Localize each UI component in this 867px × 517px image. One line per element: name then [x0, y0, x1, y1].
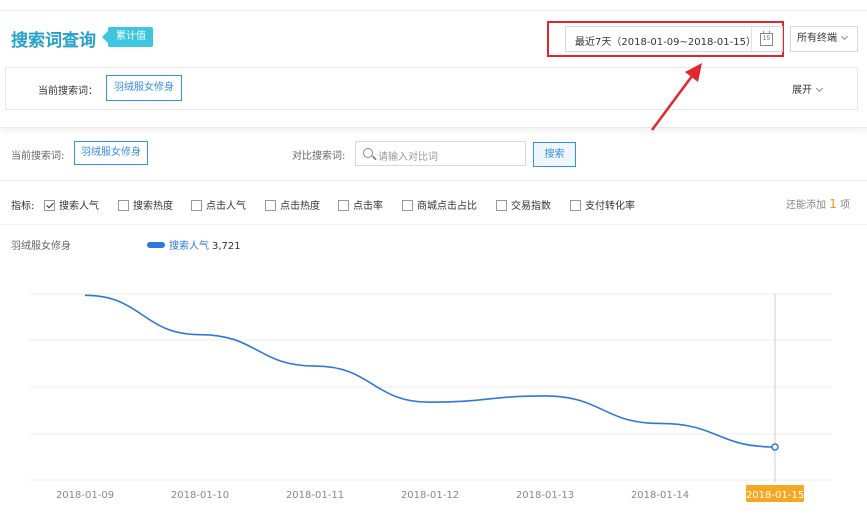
legend-series-value: 3,721 [212, 241, 241, 252]
expand-label: 展开 [792, 85, 812, 96]
cumulative-badge: 累计值 [102, 27, 153, 47]
series-line [84, 294, 776, 448]
date-range-picker[interactable]: 最近7天（2018-01-09~2018-01-15） 15 [565, 26, 783, 52]
metric-label: 交易指数 [511, 201, 551, 212]
metrics-label: 指标: [11, 201, 35, 212]
compare-current-term[interactable]: 羽绒服女修身 [74, 141, 148, 165]
metric-label: 商城点击占比 [417, 201, 477, 212]
checkbox[interactable] [570, 200, 581, 211]
checkbox[interactable] [265, 200, 276, 211]
search-button[interactable]: 搜索 [533, 142, 576, 167]
current-term-tag[interactable]: 羽绒服女修身 [106, 75, 182, 101]
header-card: 搜索词查询 累计值 最近7天（2018-01-09~2018-01-15） 15… [0, 0, 867, 128]
chart-title: 羽绒服女修身 [11, 241, 71, 252]
data-point[interactable] [771, 443, 779, 451]
metric-label: 点击率 [353, 201, 383, 212]
metric-option[interactable]: 点击热度 [265, 197, 320, 212]
chevron-down-icon [815, 84, 824, 93]
metric-option[interactable]: 支付转化率 [570, 197, 635, 212]
x-tick-label: 2018-01-14 [631, 490, 689, 501]
metric-label: 点击热度 [280, 201, 320, 212]
checkbox-checked[interactable] [44, 200, 55, 211]
add-more-prefix: 还能添加 [786, 200, 826, 211]
metric-label: 搜索人气 [59, 201, 99, 212]
chart-legend[interactable]: 搜索人气 3,721 [147, 237, 241, 252]
x-tick-label: 2018-01-11 [286, 490, 344, 501]
add-more-suffix: 项 [840, 200, 851, 211]
search-term-panel: 当前搜索词： 羽绒服女修身 展开 [5, 67, 858, 110]
x-tick-label: 2018-01-12 [401, 490, 459, 501]
add-more-count: 1 [829, 197, 837, 211]
metric-option[interactable]: 搜索热度 [118, 197, 173, 212]
legend-series-name: 搜索人气 [169, 241, 209, 252]
checkbox[interactable] [118, 200, 129, 211]
metric-option[interactable]: 点击人气 [191, 197, 246, 212]
add-more-text: 还能添加 1 项 [786, 196, 850, 211]
page-title: 搜索词查询 [11, 31, 96, 51]
current-term-label: 当前搜索词： [38, 86, 98, 97]
checkbox[interactable] [338, 200, 349, 211]
divider [0, 224, 867, 225]
chevron-down-icon [840, 32, 849, 41]
compare-placeholder: 请输入对比词 [378, 152, 438, 163]
metric-option[interactable]: 点击率 [338, 197, 383, 212]
search-icon [363, 148, 373, 158]
x-tick-label: 2018-01-09 [56, 490, 114, 501]
checkbox[interactable] [496, 200, 507, 211]
checkbox[interactable] [191, 200, 202, 211]
top-divider [0, 10, 867, 11]
line-chart[interactable]: 2018-01-09 2018-01-10 2018-01-11 2018-01-12… [0, 260, 867, 517]
compare-term-input[interactable]: 请输入对比词 [355, 141, 526, 166]
x-tick-label: 2018-01-13 [516, 490, 574, 501]
arrow-shaft [650, 71, 697, 131]
x-tick-label: 2018-01-10 [171, 490, 229, 501]
metric-label: 点击人气 [206, 201, 246, 212]
red-annotation-arrow [650, 63, 702, 131]
calendar-separator [751, 27, 752, 51]
compare-current-label: 当前搜索词: [11, 151, 65, 162]
x-tick-label: 2018-01-15 [746, 490, 804, 501]
legend-swatch [147, 242, 165, 248]
checkbox[interactable] [402, 200, 413, 211]
metric-label: 搜索热度 [133, 201, 173, 212]
terminal-select-label: 所有终端 [797, 33, 837, 44]
arrow-head [685, 63, 702, 82]
metric-option[interactable]: 交易指数 [496, 197, 551, 212]
metric-label: 支付转化率 [585, 201, 635, 212]
terminal-select[interactable]: 所有终端 [790, 26, 858, 52]
compare-term-label: 对比搜索词: [292, 151, 346, 162]
calendar-icon[interactable]: 15 [760, 31, 773, 46]
metric-option[interactable]: 搜索人气 [44, 197, 99, 212]
expand-toggle[interactable]: 展开 [792, 81, 824, 96]
metric-option[interactable]: 商城点击占比 [402, 197, 477, 212]
date-range-text: 最近7天（2018-01-09~2018-01-15） [575, 37, 756, 48]
divider [0, 180, 867, 181]
